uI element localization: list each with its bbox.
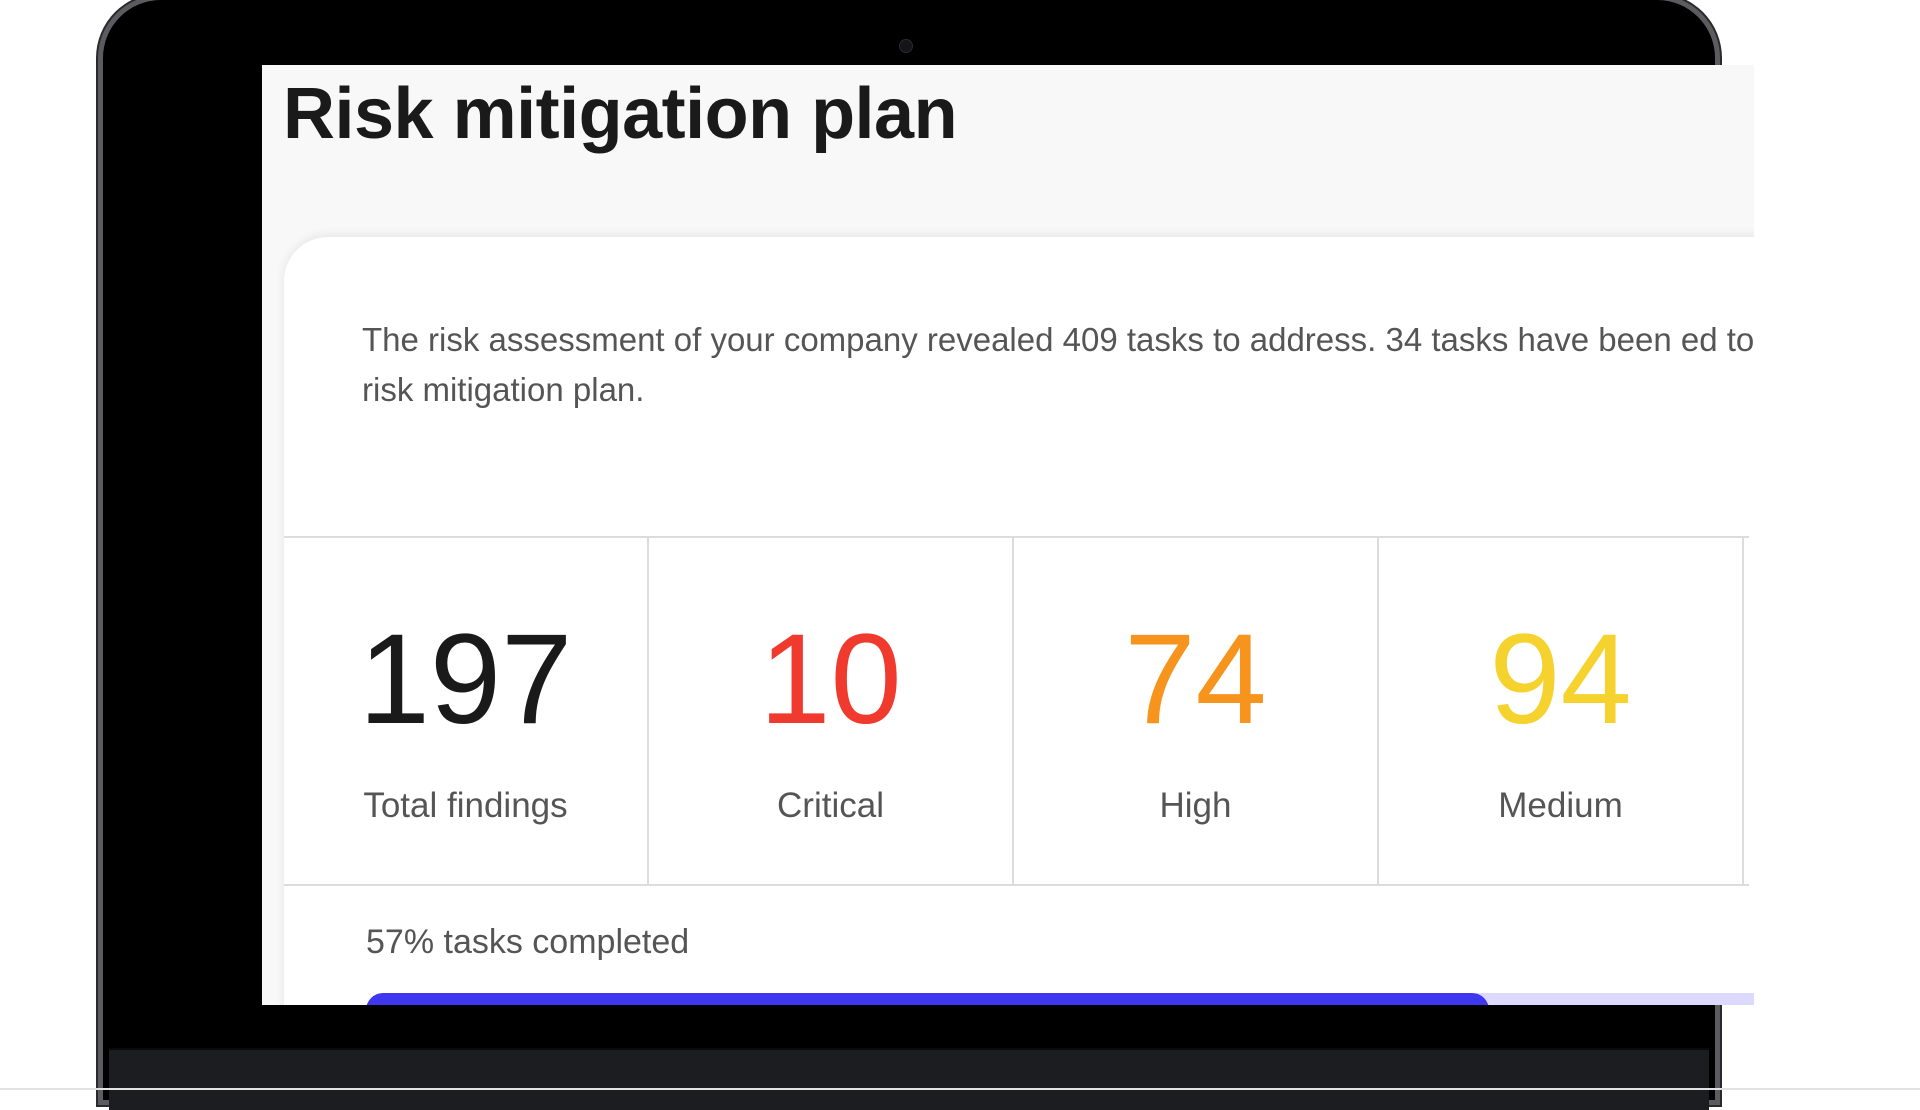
stat-value: 94	[1489, 608, 1632, 751]
stat-value: 197	[358, 608, 573, 751]
assessment-summary-text: The risk assessment of your company reve…	[362, 321, 1754, 408]
stat-total-findings[interactable]: 197 Total findings	[284, 538, 649, 884]
laptop-bezel-bottom	[109, 1048, 1709, 1110]
stat-label: Medium	[1498, 786, 1623, 825]
stat-label: High	[1159, 786, 1232, 825]
risk-summary-card: The risk assessment of your company reve…	[284, 237, 1754, 1005]
stat-high[interactable]: 74 High	[1014, 538, 1379, 884]
stat-value: 10	[759, 608, 902, 751]
page-title: Risk mitigation plan	[283, 74, 958, 154]
progress-bar	[366, 993, 1754, 1005]
progress-label: 57% tasks completed	[366, 923, 690, 961]
progress-bar-fill	[366, 993, 1490, 1005]
findings-stats-row: 197 Total findings 10 Critical 74 High 9…	[284, 536, 1749, 886]
laptop-frame: Risk mitigation plan The risk assessment…	[103, 0, 1754, 1110]
stat-value: 74	[1124, 608, 1267, 751]
stat-label: Total findings	[363, 786, 568, 825]
stat-label: Critical	[777, 786, 884, 825]
app-screen: Risk mitigation plan The risk assessment…	[262, 65, 1754, 1005]
stat-medium[interactable]: 94 Medium	[1379, 538, 1744, 884]
webcam-icon	[899, 39, 913, 53]
stat-critical[interactable]: 10 Critical	[649, 538, 1014, 884]
divider	[0, 1088, 1920, 1090]
